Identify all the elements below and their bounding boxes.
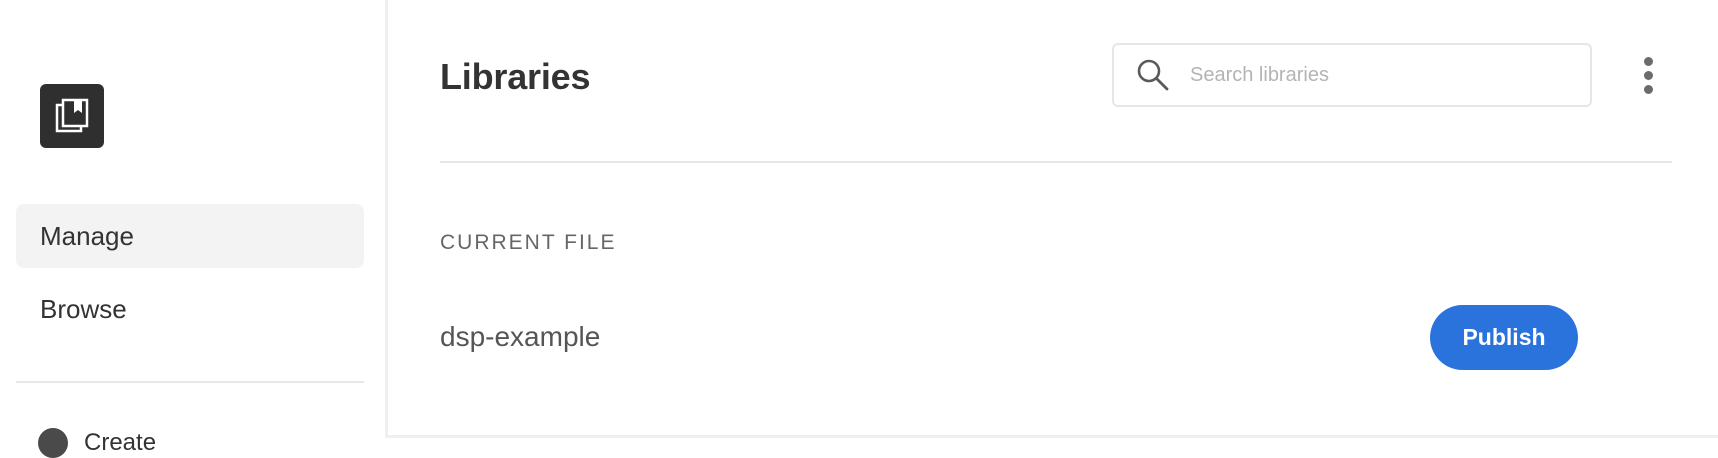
library-logo-icon [40, 84, 104, 148]
info-circle-icon [38, 428, 68, 458]
file-name: dsp-example [440, 321, 601, 352]
sidebar-item-label: Create [84, 429, 157, 456]
sidebar-item-manage[interactable]: Manage [16, 204, 364, 268]
sidebar-item-browse[interactable]: Browse [16, 277, 364, 341]
main-panel: Libraries CURRENT FILE dsp-example Publi… [388, 0, 1718, 438]
sidebar-divider [16, 381, 364, 383]
more-options-button[interactable] [1628, 52, 1668, 98]
more-vertical-icon [1643, 56, 1653, 66]
section-label: CURRENT FILE [440, 231, 617, 254]
search-icon [1137, 59, 1169, 91]
publish-button[interactable]: Publish [1430, 305, 1578, 370]
sidebar: Manage Browse Create [0, 0, 388, 458]
sidebar-item-label: Browse [40, 293, 127, 324]
page-title: Libraries [440, 56, 591, 97]
sidebar-item-create[interactable]: Create [38, 428, 156, 458]
search-box[interactable] [1112, 43, 1592, 107]
sidebar-item-label: Manage [40, 220, 134, 251]
header-divider [440, 161, 1672, 163]
search-input[interactable] [1188, 62, 1572, 88]
